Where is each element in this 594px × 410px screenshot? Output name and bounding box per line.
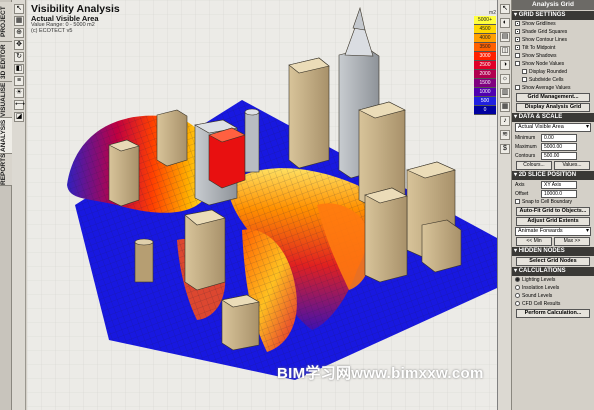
colours-button[interactable]: Colours... xyxy=(516,161,552,170)
check-node-values[interactable]: Show Node Values xyxy=(512,60,594,68)
grid-analysis-icon[interactable]: ▦ xyxy=(500,102,510,112)
select-icon[interactable]: ↖ xyxy=(14,4,24,14)
legend-swatch: 1500 xyxy=(474,79,496,88)
min-button[interactable]: << Min xyxy=(516,237,552,246)
check-display-rounded[interactable]: Display Rounded xyxy=(512,68,594,76)
cost-icon[interactable]: $ xyxy=(500,144,510,154)
palette-icon[interactable]: ◐ xyxy=(500,18,510,28)
color-scale-legend: m2 5000+ 4500 4000 3500 3000 2500 2000 1… xyxy=(474,10,496,115)
tab-reports[interactable]: REPORTS xyxy=(0,154,12,186)
legend-swatch: 1000 xyxy=(474,88,496,97)
perform-calculation-button[interactable]: Perform Calculation... xyxy=(516,309,590,318)
legend-swatch: 0 xyxy=(474,106,496,115)
legend-swatch: 5000+ xyxy=(474,16,496,25)
pan-icon[interactable]: ✥ xyxy=(14,40,24,50)
data-type-select[interactable]: Actual Visible Area xyxy=(515,123,591,132)
analysis-grid-panel: Analysis Grid ▾ GRID SETTINGS Show Gridl… xyxy=(512,0,594,410)
orbit-icon[interactable]: ↻ xyxy=(14,52,24,62)
grid-management-button[interactable]: Grid Management... xyxy=(516,93,590,102)
right-toolbar: ↖ ◐ ▤ ◫ ◑ ☼ ▥ ▦ ♪ ≋ $ xyxy=(498,0,512,410)
tab-visualise[interactable]: VISUALISE xyxy=(0,82,12,118)
contours-field[interactable]: Contours 500.00 xyxy=(512,151,594,160)
left-toolbar: ↖ ▦ ⊕ ✥ ↻ ◧ ≡ ☀ ⟷ ◪ xyxy=(12,0,26,410)
cube-icon[interactable]: ◪ xyxy=(14,112,24,122)
legend-swatch: 2000 xyxy=(474,70,496,79)
legend-swatch: 2500 xyxy=(474,61,496,70)
minimum-field[interactable]: Minimum 0.00 xyxy=(512,133,594,142)
check-show-shadows[interactable]: Show Shadows xyxy=(512,52,594,60)
acoustic-icon[interactable]: ♪ xyxy=(500,116,510,126)
section-grid-settings[interactable]: ▾ GRID SETTINGS xyxy=(512,11,594,20)
tab-project[interactable]: PROJECT xyxy=(0,2,12,42)
section-data-scale[interactable]: ▾ DATA & SCALE xyxy=(512,113,594,122)
material-icon[interactable]: ▤ xyxy=(500,32,510,42)
check-shade-grid[interactable]: Shade Grid Squares xyxy=(512,28,594,36)
check-show-gridlines[interactable]: Show Gridlines xyxy=(512,20,594,28)
radio-sound[interactable]: Sound Levels xyxy=(512,292,594,300)
radio-cfd[interactable]: CFD Cell Results xyxy=(512,300,594,308)
legend-swatch: 4000 xyxy=(474,34,496,43)
tab-analysis[interactable]: ANALYSIS xyxy=(0,118,12,154)
legend-swatch: 4500 xyxy=(474,25,496,34)
section-calculations[interactable]: ▾ CALCULATIONS xyxy=(512,267,594,276)
offset-field[interactable]: Offset 10000.0 xyxy=(512,189,594,198)
shadow-icon[interactable]: ◑ xyxy=(500,60,510,70)
visibility-grid-render xyxy=(27,0,497,410)
3d-viewport[interactable]: Visibility Analysis Actual Visible Area … xyxy=(27,0,498,410)
display-analysis-grid-button[interactable]: Display Analysis Grid xyxy=(516,103,590,112)
watermark-text: BIM学习网www.bimxxw.com xyxy=(277,365,484,382)
view-icon[interactable]: ◧ xyxy=(14,64,24,74)
measure-icon[interactable]: ⟷ xyxy=(14,100,25,110)
grid-icon[interactable]: ▦ xyxy=(14,16,24,26)
axis-select[interactable]: Axis XY Axis xyxy=(512,180,594,189)
chart-icon[interactable]: ▥ xyxy=(500,88,510,98)
check-average-values[interactable]: Show Average Values xyxy=(512,84,594,92)
zone-icon[interactable]: ◫ xyxy=(500,46,510,56)
layer-icon[interactable]: ≡ xyxy=(14,76,24,86)
sun-icon[interactable]: ☀ xyxy=(14,88,24,98)
panel-title: Analysis Grid xyxy=(512,0,594,10)
section-2d-slice[interactable]: ▾ 2D SLICE POSITION xyxy=(512,171,594,180)
legend-swatch: 3000 xyxy=(474,52,496,61)
auto-fit-button[interactable]: Auto-Fit Grid to Objects... xyxy=(516,207,590,216)
radio-insolation[interactable]: Insolation Levels xyxy=(512,284,594,292)
legend-swatch: 500 xyxy=(474,97,496,106)
adjust-extents-button[interactable]: Adjust Grid Extents xyxy=(516,217,590,226)
wind-icon[interactable]: ≋ xyxy=(500,130,510,140)
pointer-icon[interactable]: ↖ xyxy=(500,4,510,14)
tab-3d-editor[interactable]: 3D EDITOR xyxy=(0,42,12,82)
left-tab-strip: PROJECT 3D EDITOR VISUALISE ANALYSIS REP… xyxy=(0,0,12,410)
check-subdivide-cells[interactable]: Subdivide Cells xyxy=(512,76,594,84)
check-snap-cell[interactable]: Snap to Cell Boundary xyxy=(512,198,594,206)
maximum-field[interactable]: Maximum 5000.00 xyxy=(512,142,594,151)
check-contour-lines[interactable]: Show Contour Lines xyxy=(512,36,594,44)
animate-select[interactable]: Animate Forwards xyxy=(515,227,591,236)
legend-swatch: 3500 xyxy=(474,43,496,52)
zoom-icon[interactable]: ⊕ xyxy=(14,28,24,38)
sun-path-icon[interactable]: ☼ xyxy=(500,74,510,84)
check-tilt-midpoint[interactable]: Tilt To Midpoint xyxy=(512,44,594,52)
radio-lighting[interactable]: Lighting Levels xyxy=(512,276,594,284)
source-label: (c) ECOTECT v5 xyxy=(31,28,73,34)
select-grid-nodes-button[interactable]: Select Grid Nodes xyxy=(516,257,590,266)
values-button[interactable]: Values... xyxy=(554,161,590,170)
section-hidden-nodes[interactable]: ▾ HIDDEN NODES xyxy=(512,247,594,256)
max-button[interactable]: Max >> xyxy=(554,237,590,246)
